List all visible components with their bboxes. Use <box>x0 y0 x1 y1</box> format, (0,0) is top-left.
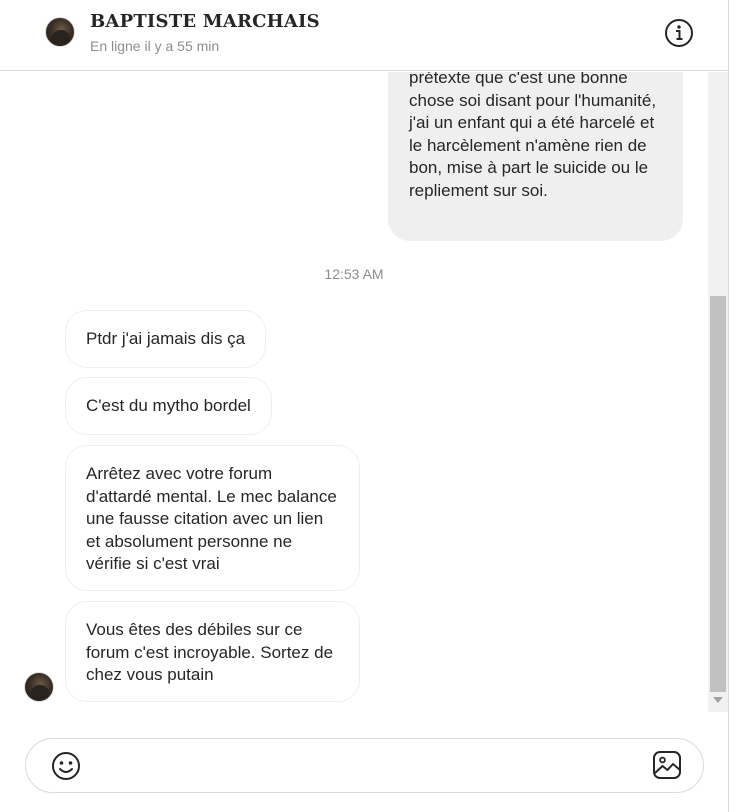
image-upload-icon <box>653 751 681 779</box>
info-circle-icon <box>665 19 693 47</box>
outgoing-message[interactable]: prétexte que c'est une bonne chose soi d… <box>388 72 683 241</box>
message-timestamp: 12:53 AM <box>324 266 384 282</box>
emoji-smile-icon <box>52 752 80 780</box>
message-input[interactable] <box>96 749 636 783</box>
scroll-down-arrow-icon[interactable] <box>713 697 723 703</box>
info-button[interactable] <box>664 18 694 48</box>
thread-scrollbar[interactable] <box>708 72 728 712</box>
message-composer <box>25 738 704 793</box>
incoming-message[interactable]: Arrêtez avec votre forum d'attardé menta… <box>65 445 360 591</box>
contact-avatar[interactable] <box>45 17 75 47</box>
message-thread[interactable]: prétexte que c'est une bonne chose soi d… <box>0 72 708 712</box>
sender-avatar[interactable] <box>24 672 54 702</box>
panel-divider <box>728 0 729 812</box>
incoming-message[interactable]: Ptdr j'ai jamais dis ça <box>65 310 267 368</box>
contact-status: En ligne il y a 55 min <box>90 38 220 54</box>
incoming-message[interactable]: Vous êtes des débiles sur ce forum c'est… <box>65 601 360 702</box>
incoming-message[interactable]: C'est du mytho bordel <box>65 377 272 435</box>
emoji-button[interactable] <box>50 750 82 782</box>
contact-name[interactable]: BAPTISTE MARCHAIS <box>90 11 320 32</box>
image-upload-button[interactable] <box>652 750 682 780</box>
conversation-header: BAPTISTE MARCHAIS En ligne il y a 55 min <box>0 0 729 71</box>
scrollbar-thumb[interactable] <box>710 296 726 692</box>
